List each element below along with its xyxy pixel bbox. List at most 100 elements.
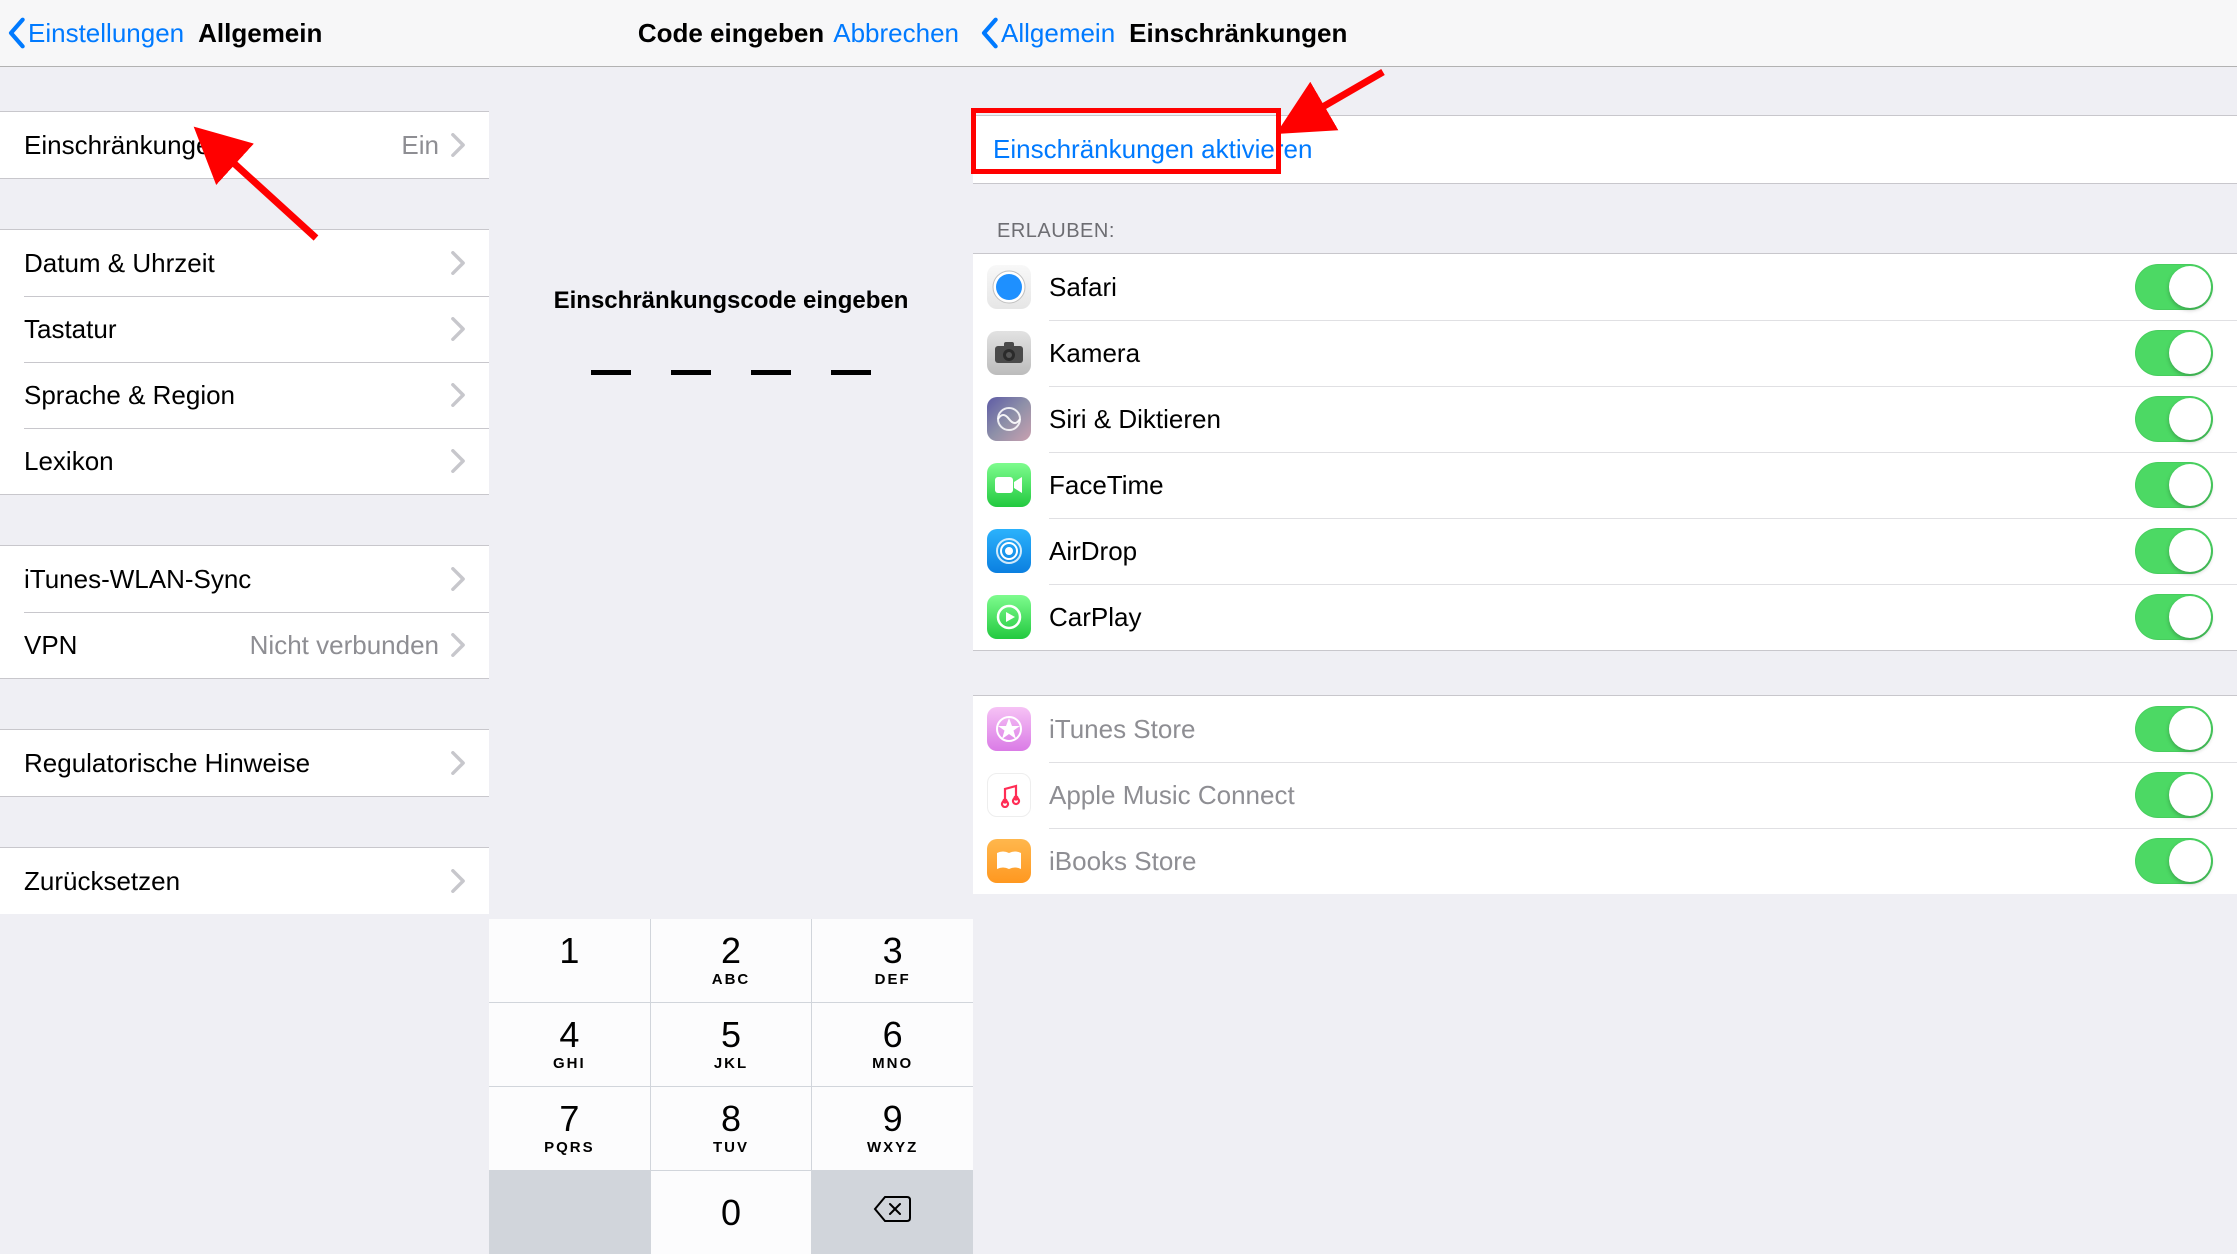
toggle-switch[interactable] xyxy=(2135,594,2213,640)
key-letters: MNO xyxy=(872,1055,913,1072)
app-label: Apple Music Connect xyxy=(1049,780,2135,811)
toggle-switch[interactable] xyxy=(2135,264,2213,310)
key-3[interactable]: 3DEF xyxy=(812,919,973,1002)
chevron-right-icon xyxy=(451,869,465,893)
app-row-ibooks-store: iBooks Store xyxy=(973,828,2237,894)
app-label: Kamera xyxy=(1049,338,2135,369)
group-allow-apps: Safari Kamera Siri & Diktieren FaceTime xyxy=(973,253,2237,651)
nav-title: Code eingeben xyxy=(638,18,824,49)
nav-title: Allgemein xyxy=(198,18,322,49)
toggle-switch[interactable] xyxy=(2135,462,2213,508)
back-button-settings[interactable]: Einstellungen xyxy=(0,16,184,50)
row-dictionary[interactable]: Lexikon xyxy=(0,428,489,494)
key-digit: 9 xyxy=(883,1101,903,1137)
chevron-right-icon xyxy=(451,751,465,775)
restrictions-pane: Allgemein Einschränkungen Einschränkunge… xyxy=(973,0,2237,1254)
passcode-body: Einschränkungscode eingeben 1 2ABC 3DEF … xyxy=(489,67,973,1254)
key-letters: JKL xyxy=(714,1055,748,1072)
itunes-store-icon xyxy=(987,707,1031,751)
app-row-itunes-store: iTunes Store xyxy=(973,696,2237,762)
app-label: Safari xyxy=(1049,272,2135,303)
app-label: Siri & Diktieren xyxy=(1049,404,2135,435)
app-row-siri: Siri & Diktieren xyxy=(973,386,2237,452)
key-backspace[interactable] xyxy=(812,1171,973,1254)
key-letters xyxy=(566,971,572,988)
row-vpn[interactable]: VPN Nicht verbunden xyxy=(0,612,489,678)
key-2[interactable]: 2 ABC xyxy=(651,919,812,1002)
passcode-pane: Code eingeben Abbrechen Einschränkungsco… xyxy=(489,0,973,1254)
app-row-camera: Kamera xyxy=(973,320,2237,386)
siri-icon xyxy=(987,397,1031,441)
key-letters: PQRS xyxy=(544,1139,595,1156)
toggle-switch[interactable] xyxy=(2135,330,2213,376)
toggle-switch[interactable] xyxy=(2135,706,2213,752)
chevron-right-icon xyxy=(451,633,465,657)
row-language[interactable]: Sprache & Region xyxy=(0,362,489,428)
row-restrictions[interactable]: Einschränkungen Ein xyxy=(0,112,489,178)
chevron-right-icon xyxy=(451,133,465,157)
key-1[interactable]: 1 xyxy=(489,919,650,1002)
key-8[interactable]: 8 TUV xyxy=(651,1087,812,1170)
passcode-dash xyxy=(751,365,791,375)
key-4[interactable]: 4 GHI xyxy=(489,1003,650,1086)
key-7[interactable]: 7PQRS xyxy=(489,1087,650,1170)
key-0[interactable]: 0 xyxy=(651,1171,812,1254)
chevron-left-icon xyxy=(6,16,26,50)
row-label: Sprache & Region xyxy=(24,380,451,411)
passcode-prompt: Einschränkungscode eingeben xyxy=(554,287,909,315)
key-letters: TUV xyxy=(713,1139,749,1156)
app-row-safari: Safari xyxy=(973,254,2237,320)
row-value: Ein xyxy=(401,130,439,161)
app-row-apple-music: Apple Music Connect xyxy=(973,762,2237,828)
cancel-button[interactable]: Abbrechen xyxy=(833,18,959,49)
camera-icon xyxy=(987,331,1031,375)
back-button-general[interactable]: Allgemein xyxy=(973,16,1115,50)
app-row-facetime: FaceTime xyxy=(973,452,2237,518)
toggle-switch[interactable] xyxy=(2135,772,2213,818)
row-datetime[interactable]: Datum & Uhrzeit xyxy=(0,230,489,296)
carplay-icon xyxy=(987,595,1031,639)
key-letters: ABC xyxy=(712,971,751,988)
toggle-switch[interactable] xyxy=(2135,838,2213,884)
key-5[interactable]: 5JKL xyxy=(651,1003,812,1086)
row-label: Zurücksetzen xyxy=(24,866,451,897)
group-network: iTunes-WLAN-Sync VPN Nicht verbunden xyxy=(0,545,489,679)
key-9[interactable]: 9 WXYZ xyxy=(812,1087,973,1170)
group-gap xyxy=(973,651,2237,695)
nav-bar: Code eingeben Abbrechen xyxy=(489,0,973,67)
row-reset[interactable]: Zurücksetzen xyxy=(0,848,489,914)
back-label: Allgemein xyxy=(1001,18,1115,49)
nav-bar: Einstellungen Allgemein xyxy=(0,0,489,67)
row-regulatory[interactable]: Regulatorische Hinweise xyxy=(0,730,489,796)
safari-icon xyxy=(987,265,1031,309)
row-itunes-sync[interactable]: iTunes-WLAN-Sync xyxy=(0,546,489,612)
chevron-right-icon xyxy=(451,567,465,591)
key-6[interactable]: 6MNO xyxy=(812,1003,973,1086)
row-label: Lexikon xyxy=(24,446,451,477)
settings-general-pane: Einstellungen Allgemein Einschränkungen … xyxy=(0,0,489,1254)
toggle-switch[interactable] xyxy=(2135,528,2213,574)
toggle-switch[interactable] xyxy=(2135,396,2213,442)
row-value: Nicht verbunden xyxy=(250,630,439,661)
chevron-right-icon xyxy=(451,383,465,407)
group-reset: Zurücksetzen xyxy=(0,847,489,914)
app-row-airdrop: AirDrop xyxy=(973,518,2237,584)
facetime-icon xyxy=(987,463,1031,507)
key-digit: 8 xyxy=(721,1101,741,1137)
key-blank xyxy=(489,1171,650,1254)
chevron-right-icon xyxy=(451,251,465,275)
section-header-allow: ERLAUBEN: xyxy=(973,184,2237,253)
key-letters: GHI xyxy=(553,1055,586,1072)
row-label: Einschränkungen xyxy=(24,130,401,161)
row-keyboard[interactable]: Tastatur xyxy=(0,296,489,362)
key-letters: WXYZ xyxy=(867,1139,918,1156)
chevron-right-icon xyxy=(451,317,465,341)
key-digit: 2 xyxy=(721,933,741,969)
passcode-dash xyxy=(671,365,711,375)
passcode-dash xyxy=(831,365,871,375)
key-digit: 4 xyxy=(559,1017,579,1053)
app-label: CarPlay xyxy=(1049,602,2135,633)
group-restrictions: Einschränkungen Ein xyxy=(0,111,489,179)
activate-restrictions-row[interactable]: Einschränkungen aktivieren xyxy=(973,115,2237,184)
key-letters: DEF xyxy=(875,971,911,988)
